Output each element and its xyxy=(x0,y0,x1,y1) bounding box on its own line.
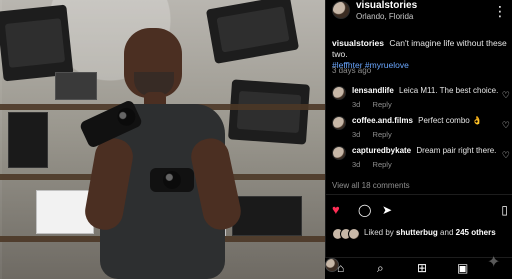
liked-by-and: and xyxy=(440,228,454,237)
comment-meta: 3d Reply xyxy=(352,160,392,169)
comment-username[interactable]: coffee.and.films xyxy=(352,116,413,125)
comment-text: Perfect combo 👌 xyxy=(418,116,482,125)
liker-avatar[interactable] xyxy=(348,228,360,240)
like-icon[interactable]: ♥ xyxy=(332,203,340,216)
sparkle-icon: ✦ xyxy=(487,254,501,271)
liked-by-user[interactable]: shutterbug xyxy=(396,228,438,237)
save-icon[interactable]: ▯ xyxy=(501,204,508,216)
comment-like-icon[interactable]: ♡ xyxy=(502,120,510,131)
comment-item: coffee.and.films Perfect combo 👌 3d Repl… xyxy=(332,114,512,144)
comment-avatar[interactable] xyxy=(332,86,346,100)
comment-username[interactable]: lensandlife xyxy=(352,86,394,95)
rangefinder-lens xyxy=(163,171,181,189)
reels-icon[interactable]: ▣ xyxy=(457,262,468,274)
comment-username[interactable]: capturedbykate xyxy=(352,146,411,155)
comment-line: coffee.and.films Perfect combo 👌 xyxy=(352,116,502,125)
comment-like-icon[interactable]: ♡ xyxy=(502,90,510,101)
comment-text: Dream pair right there. xyxy=(416,146,497,155)
search-icon[interactable]: ⌕ xyxy=(377,262,384,274)
comment-avatar[interactable] xyxy=(332,116,346,130)
share-icon[interactable]: ➤ xyxy=(382,204,392,216)
header-location[interactable]: Orlando, Florida xyxy=(356,12,413,21)
dslr-lens xyxy=(114,104,139,129)
liked-by-prefix: Liked by xyxy=(364,228,394,237)
profile-avatar[interactable] xyxy=(332,1,350,19)
likes-row: Liked by shutterbug and 245 others xyxy=(332,227,512,241)
comment-age: 3d xyxy=(352,130,361,139)
bottom-navigation: ⌂ ⌕ ⊞ ▣ xyxy=(325,257,512,279)
actions-divider xyxy=(326,194,512,195)
header-username[interactable]: visualstories xyxy=(356,0,417,11)
post-header: visualstories Orlando, Florida ⋮ xyxy=(326,0,512,30)
reply-button[interactable]: Reply xyxy=(373,130,392,139)
softbox-left xyxy=(0,4,74,82)
reply-button[interactable]: Reply xyxy=(373,160,392,169)
likes-avatars xyxy=(332,227,360,241)
comment-age: 3d xyxy=(352,100,361,109)
rangefinder-camera xyxy=(150,168,194,192)
comment-avatar[interactable] xyxy=(332,146,346,160)
post-side-panel: visualstories Orlando, Florida ⋮ visuals… xyxy=(325,0,512,279)
home-icon[interactable]: ⌂ xyxy=(337,262,344,274)
post-photo[interactable] xyxy=(0,0,325,279)
create-icon[interactable]: ⊞ xyxy=(417,262,427,274)
likes-text: Liked by shutterbug and 245 others xyxy=(364,228,496,237)
comment-like-icon[interactable]: ♡ xyxy=(502,150,510,161)
comment-meta: 3d Reply xyxy=(352,100,392,109)
comment-text: Leica M11. The best choice. xyxy=(399,86,499,95)
comment-item: lensandlife Leica M11. The best choice. … xyxy=(332,84,512,114)
reply-button[interactable]: Reply xyxy=(373,100,392,109)
liked-by-others[interactable]: 245 others xyxy=(456,228,496,237)
more-options-icon[interactable]: ⋮ xyxy=(493,4,507,18)
product-box-right xyxy=(232,196,302,236)
comment-meta: 3d Reply xyxy=(352,130,392,139)
caption-username[interactable]: visualstories xyxy=(332,38,384,48)
comment-line: capturedbykate Dream pair right there. xyxy=(352,146,502,155)
post-time: 3 days ago xyxy=(332,66,372,75)
comment-age: 3d xyxy=(352,160,361,169)
instagram-post-screenshot: visualstories Orlando, Florida ⋮ visuals… xyxy=(0,0,512,279)
view-all-comments-link[interactable]: View all 18 comments xyxy=(332,181,410,190)
comment-item: capturedbykate Dream pair right there. 3… xyxy=(332,144,512,174)
camera-gear-1 xyxy=(8,112,48,168)
comment-icon[interactable]: ◯ xyxy=(358,204,371,216)
post-actions: ♥ ◯ ➤ ▯ xyxy=(332,203,508,222)
comment-line: lensandlife Leica M11. The best choice. xyxy=(352,86,502,95)
photographer xyxy=(78,18,245,279)
comments-list: lensandlife Leica M11. The best choice. … xyxy=(332,84,512,174)
